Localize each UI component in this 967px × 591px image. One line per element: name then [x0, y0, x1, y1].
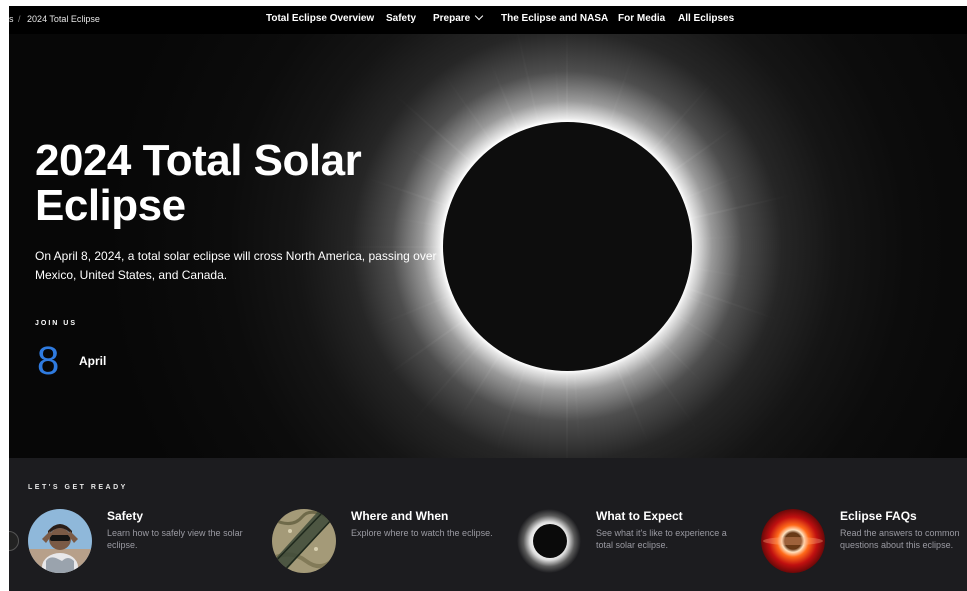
nav-all-eclipses[interactable]: All Eclipses — [678, 13, 734, 24]
date-day: 8 — [37, 339, 60, 383]
nav-for-media[interactable]: For Media — [618, 13, 665, 24]
person-with-eclipse-glasses-icon — [28, 509, 92, 573]
card-what-to-expect-desc: See what it's like to experience a total… — [596, 528, 727, 550]
section-label: LET'S GET READY — [28, 484, 128, 491]
card-safety-desc: Learn how to safely view the solar eclip… — [107, 528, 243, 550]
eclipse-moon-disc — [443, 122, 692, 371]
join-us-label: JOIN US — [35, 320, 78, 327]
card-what-to-expect[interactable]: What to Expect See what it's like to exp… — [517, 509, 757, 575]
nav-safety[interactable]: Safety — [386, 13, 416, 24]
total-eclipse-corona-icon — [517, 509, 581, 573]
card-where-and-when-title: Where and When — [351, 509, 449, 523]
carousel-prev-button[interactable] — [9, 531, 19, 551]
card-safety[interactable]: Safety Learn how to safely view the sola… — [28, 509, 268, 575]
date-month: April — [79, 354, 107, 368]
eclipse-path-map-icon — [272, 509, 336, 573]
page-frame: s / 2024 Total Eclipse Total Eclipse Ove… — [9, 6, 967, 591]
nav-eclipse-and-nasa[interactable]: The Eclipse and NASA — [501, 13, 608, 24]
top-navigation: s / 2024 Total Eclipse Total Eclipse Ove… — [9, 6, 967, 34]
card-eclipse-faqs[interactable]: Eclipse FAQs Read the answers to common … — [761, 509, 967, 575]
solar-prominence-sun-icon — [761, 509, 825, 573]
main-menu: Total Eclipse Overview Safety Prepare Th… — [9, 11, 967, 27]
card-what-to-expect-title: What to Expect — [596, 509, 683, 523]
hero-subtitle: On April 8, 2024, a total solar eclipse … — [35, 249, 437, 282]
card-safety-title: Safety — [107, 509, 144, 523]
card-eclipse-faqs-desc: Read the answers to common questions abo… — [840, 528, 960, 550]
chevron-down-icon — [475, 11, 484, 21]
hero-title: 2024 Total Solar Eclipse — [35, 136, 362, 230]
card-eclipse-faqs-title: Eclipse FAQs — [840, 509, 917, 523]
nav-prepare[interactable]: Prepare — [433, 11, 484, 24]
lets-get-ready-section: LET'S GET READY Safety Learn how to safe… — [9, 458, 967, 591]
card-where-and-when-desc: Explore where to watch the eclipse. — [351, 528, 493, 538]
nav-total-eclipse-overview[interactable]: Total Eclipse Overview — [266, 13, 374, 24]
card-where-and-when[interactable]: Where and When Explore where to watch th… — [272, 509, 512, 575]
nav-prepare-label: Prepare — [433, 13, 471, 24]
hero-section: 2024 Total Solar Eclipse On April 8, 202… — [9, 34, 967, 458]
